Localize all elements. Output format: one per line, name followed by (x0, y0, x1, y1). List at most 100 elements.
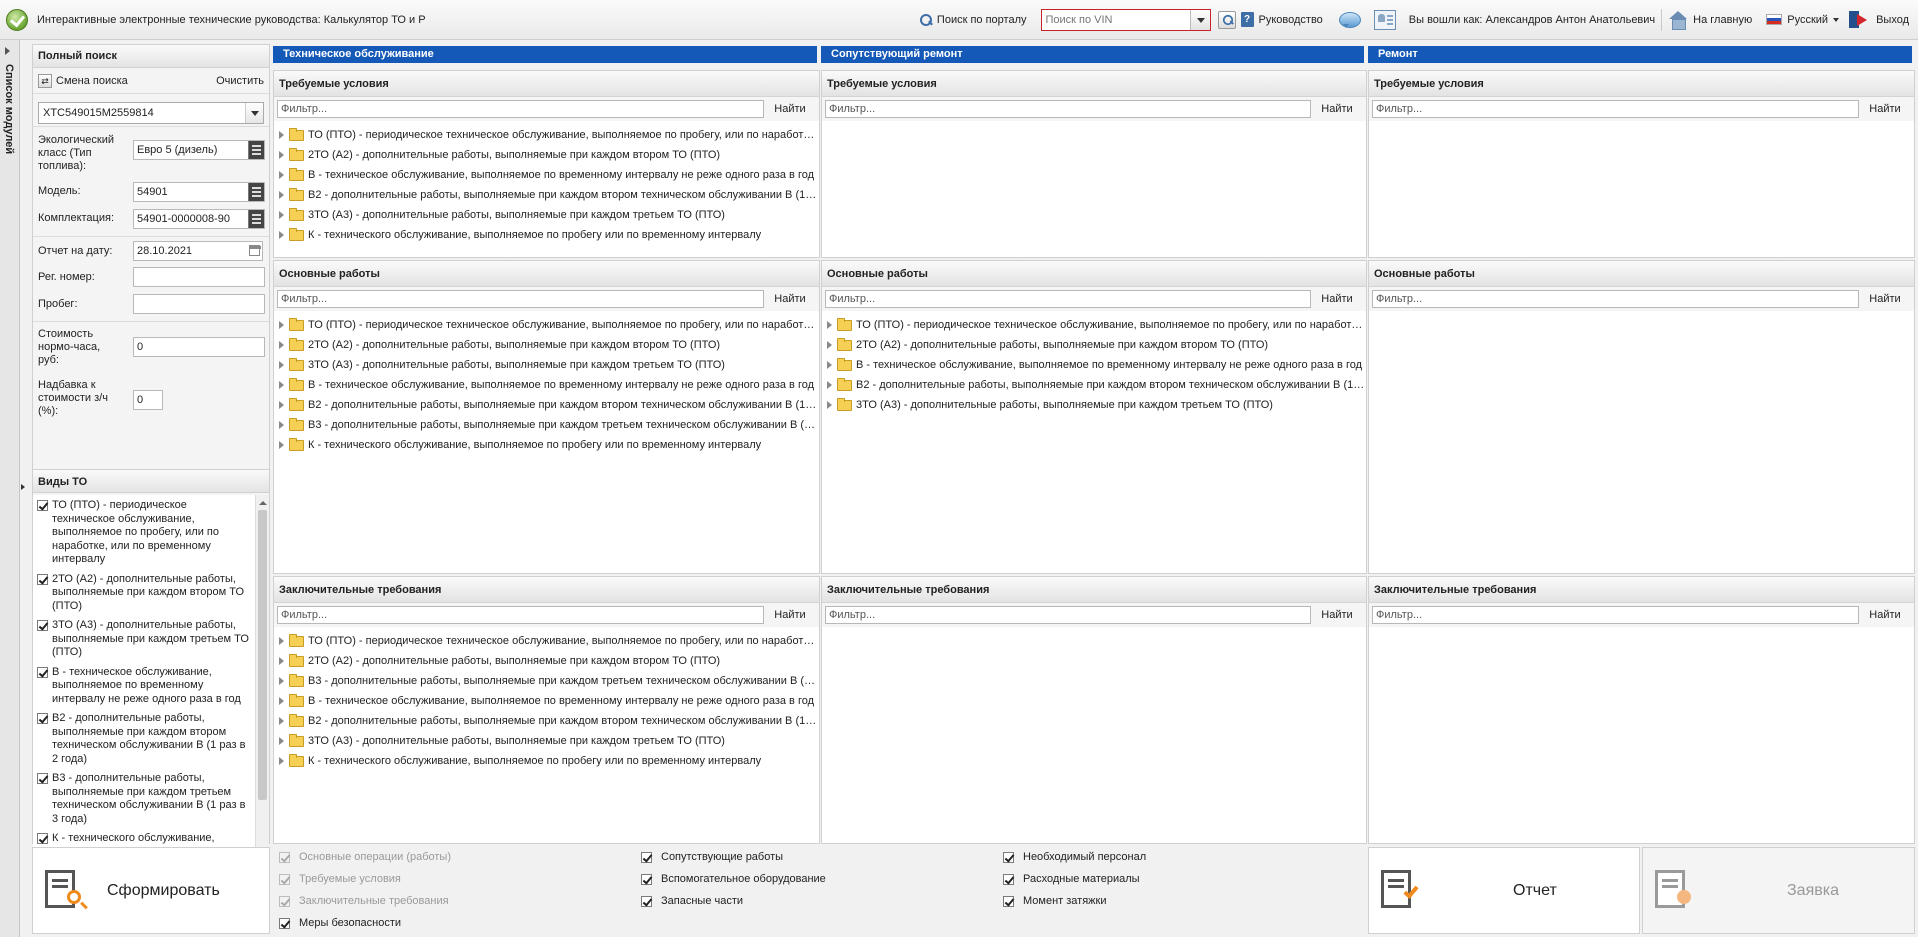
swap-icon[interactable]: ⇄ (38, 73, 52, 88)
report-option[interactable]: Вспомогательное оборудование (641, 873, 826, 885)
expand-arrow-icon[interactable] (279, 401, 284, 409)
expand-arrow-icon[interactable] (279, 677, 284, 685)
mileage-field[interactable] (133, 294, 265, 314)
model-field[interactable]: 54901 (133, 182, 265, 202)
find-button[interactable]: Найти (1311, 609, 1363, 621)
collapse-panel-arrow-icon[interactable] (21, 484, 28, 490)
tree-item[interactable]: 2ТО (А2) - дополнительные работы, выполн… (274, 335, 819, 355)
home-link[interactable]: На главную (1668, 10, 1752, 30)
modules-strip[interactable]: Список модулей (0, 40, 20, 937)
report-option-checkbox[interactable] (1003, 896, 1014, 907)
reg-number-field[interactable] (133, 267, 265, 287)
expand-arrow-icon[interactable] (279, 231, 284, 239)
filter-input[interactable] (1372, 100, 1859, 118)
config-field[interactable]: 54901-0000008-90 (133, 209, 265, 229)
vin-search-input[interactable] (1041, 9, 1190, 30)
calendar-icon[interactable] (249, 245, 261, 256)
expand-arrow-icon[interactable] (279, 697, 284, 705)
report-option-checkbox[interactable] (1003, 874, 1014, 885)
tree-item[interactable]: ТО (ПТО) - периодическое техническое обс… (274, 315, 819, 335)
expand-arrow-icon[interactable] (279, 737, 284, 745)
maintenance-type-item[interactable]: В2 - дополнительные работы, выполняемые … (33, 708, 255, 768)
language-select[interactable]: Русский (1766, 14, 1840, 26)
guide-link[interactable]: ? Руководство (1240, 12, 1323, 27)
chat-icon[interactable] (1338, 11, 1361, 28)
portal-search-link[interactable]: Поиск по порталу (919, 13, 1027, 26)
report-date-field[interactable]: 28.10.2021 (133, 241, 263, 261)
maintenance-type-item[interactable]: 3ТО (А3) - дополнительные работы, выполн… (33, 615, 255, 662)
tree-item[interactable]: ТО (ПТО) - периодическое техническое обс… (274, 631, 819, 651)
tree-item[interactable]: 2ТО (А2) - дополнительные работы, выполн… (274, 651, 819, 671)
chevron-down-icon[interactable] (1189, 9, 1210, 30)
hour-rate-field[interactable]: 0 (133, 337, 265, 357)
filter-input[interactable] (1372, 606, 1859, 624)
maintenance-type-checkbox[interactable] (37, 573, 48, 585)
find-button[interactable]: Найти (764, 609, 816, 621)
tree-item[interactable]: К - технического обслуживание, выполняем… (274, 435, 819, 455)
list-icon[interactable] (248, 183, 264, 201)
chevron-down-icon[interactable] (245, 103, 263, 123)
find-button[interactable]: Найти (764, 293, 816, 305)
request-button[interactable]: Заявка (1642, 847, 1915, 934)
expand-arrow-icon[interactable] (279, 421, 284, 429)
scroll-thumb[interactable] (258, 510, 267, 800)
maintenance-type-checkbox[interactable] (37, 620, 48, 631)
expand-arrow-icon[interactable] (827, 401, 832, 409)
expand-arrow-icon[interactable] (279, 131, 284, 139)
filter-input[interactable] (825, 290, 1311, 308)
report-option-checkbox[interactable] (1003, 852, 1014, 863)
expand-arrow-icon[interactable] (279, 321, 284, 329)
exit-link[interactable]: Выход (1849, 10, 1909, 30)
maintenance-type-item[interactable]: ТО (ПТО) - периодическое техническое обс… (33, 495, 255, 569)
expand-arrow-icon[interactable] (827, 321, 832, 329)
filter-input[interactable] (825, 100, 1311, 118)
tree-item[interactable]: 3ТО (А3) - дополнительные работы, выполн… (274, 355, 819, 375)
form-button[interactable]: Сформировать (32, 847, 270, 934)
expand-arrow-icon[interactable] (279, 381, 284, 389)
expand-arrow-icon[interactable] (279, 341, 284, 349)
tree-item[interactable]: В2 - дополнительные работы, выполняемые … (274, 185, 819, 205)
report-option-checkbox[interactable] (279, 918, 290, 929)
tree-item[interactable]: В2 - дополнительные работы, выполняемые … (822, 375, 1366, 395)
report-button[interactable]: Отчет (1368, 847, 1640, 934)
expand-arrow-icon[interactable] (279, 211, 284, 219)
expand-arrow-icon[interactable] (827, 341, 832, 349)
filter-input[interactable] (277, 606, 764, 624)
tree-item[interactable]: В3 - дополнительные работы, выполняемые … (274, 415, 819, 435)
change-search-button[interactable]: Смена поиска (56, 75, 128, 87)
report-option-checkbox[interactable] (641, 896, 652, 907)
tree-item[interactable]: 3ТО (А3) - дополнительные работы, выполн… (274, 205, 819, 225)
expand-arrow-icon[interactable] (279, 637, 284, 645)
list-icon[interactable] (248, 141, 264, 159)
tree-item[interactable]: В2 - дополнительные работы, выполняемые … (274, 395, 819, 415)
tree-item[interactable]: В2 - дополнительные работы, выполняемые … (274, 711, 819, 731)
scroll-up-icon[interactable] (259, 497, 267, 505)
tree-item[interactable]: В - техническое обслуживание, выполняемо… (274, 375, 819, 395)
maintenance-type-checkbox[interactable] (37, 833, 48, 844)
filter-input[interactable] (277, 290, 764, 308)
tree-item[interactable]: 3ТО (А3) - дополнительные работы, выполн… (274, 731, 819, 751)
expand-arrow-icon[interactable] (279, 441, 284, 449)
report-option[interactable]: Расходные материалы (1003, 873, 1140, 885)
find-button[interactable]: Найти (764, 103, 816, 115)
parts-markup-field[interactable]: 0 (133, 390, 163, 410)
tree-item[interactable]: 2ТО (А2) - дополнительные работы, выполн… (274, 145, 819, 165)
expand-arrow-icon[interactable] (827, 381, 832, 389)
expand-arrow-icon[interactable] (279, 151, 284, 159)
find-button[interactable]: Найти (1859, 293, 1911, 305)
report-option[interactable]: Запасные части (641, 895, 743, 907)
find-button[interactable]: Найти (1859, 103, 1911, 115)
expand-arrow-icon[interactable] (279, 657, 284, 665)
tree-item[interactable]: В - техническое обслуживание, выполняемо… (274, 691, 819, 711)
tree-item[interactable]: ТО (ПТО) - периодическое техническое обс… (822, 315, 1366, 335)
report-option[interactable]: Меры безопасности (279, 917, 401, 929)
tree-item[interactable]: К - технического обслуживание, выполняем… (274, 225, 819, 245)
tree-item[interactable]: В - техническое обслуживание, выполняемо… (822, 355, 1366, 375)
vin-search-button[interactable] (1217, 10, 1236, 29)
profile-card-icon[interactable] (1373, 9, 1396, 30)
report-option-checkbox[interactable] (641, 852, 652, 863)
report-option[interactable]: Сопутствующие работы (641, 851, 783, 863)
list-icon[interactable] (248, 210, 264, 228)
clear-button[interactable]: Очистить (216, 75, 264, 87)
expand-arrow-icon[interactable] (279, 361, 284, 369)
